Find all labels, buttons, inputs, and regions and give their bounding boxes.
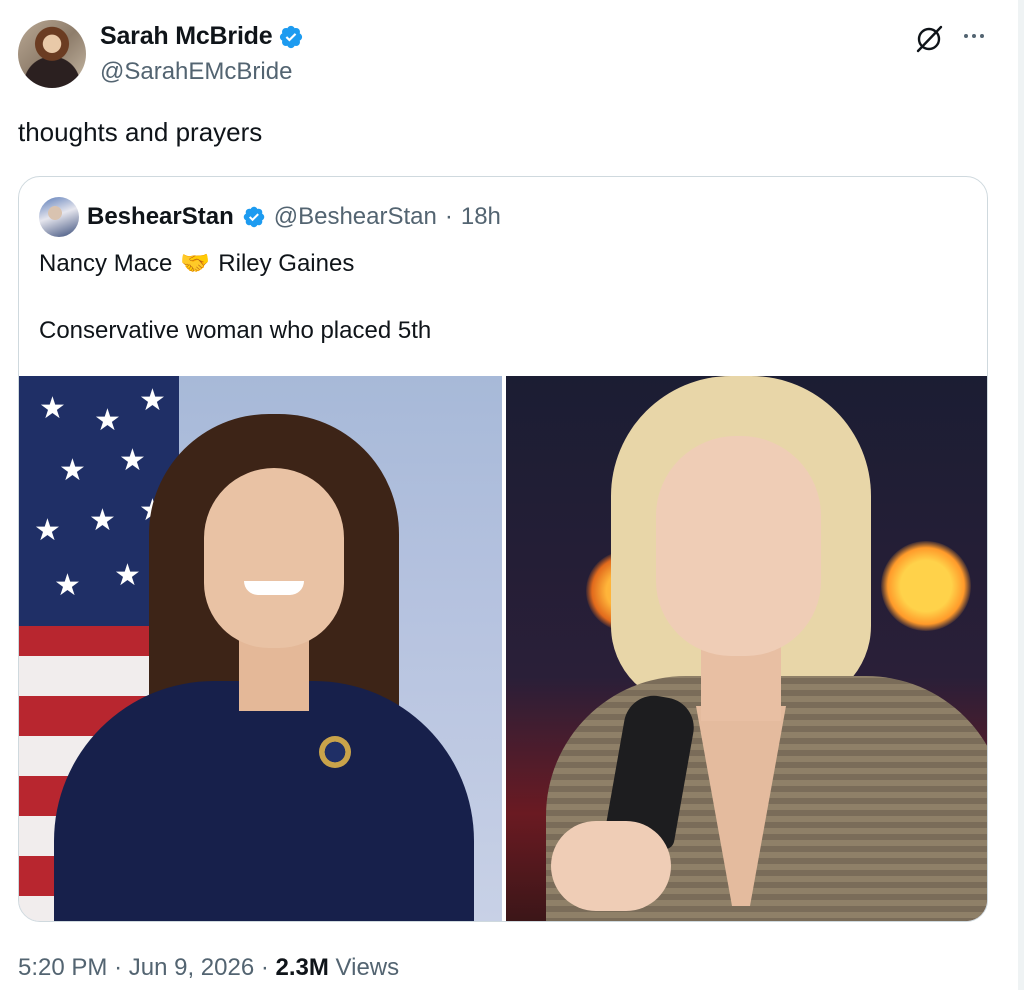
separator-dot: · <box>444 203 453 230</box>
quoted-author-handle[interactable]: @BeshearStan <box>274 203 437 231</box>
stage-light <box>881 541 971 631</box>
portrait-smile <box>244 581 304 595</box>
portrait-face <box>204 468 344 648</box>
separator-dot: · <box>114 954 123 981</box>
verified-badge-icon <box>243 206 264 228</box>
portrait-dress <box>54 681 474 921</box>
brooch <box>319 736 351 768</box>
quoted-tweet-line2: Conservative woman who placed 5th <box>39 317 432 344</box>
tweet-header: Sarah McBride @SarahEMcBride <box>18 18 998 90</box>
tweet-meta: 5:20 PM · Jun 9, 2026 · 2.3M Views <box>18 954 399 982</box>
grok-icon[interactable] <box>914 24 944 54</box>
author-display-name[interactable]: Sarah McBride <box>100 22 273 51</box>
quoted-text-left: Nancy Mace <box>39 249 173 277</box>
tweet-time[interactable]: 5:20 PM <box>18 954 107 981</box>
portrait-face <box>656 436 821 656</box>
quoted-media-grid: ★ ★ ★ ★ ★ ★ ★ ★ ★ ★ <box>19 376 987 921</box>
tweet-date[interactable]: Jun 9, 2026 <box>129 954 254 981</box>
separator-dot: · <box>260 954 269 981</box>
scroll-edge <box>1018 0 1024 990</box>
photo-right[interactable] <box>506 376 987 921</box>
quoted-tweet-card[interactable]: BeshearStan @BeshearStan · 18h Nancy Mac… <box>18 176 988 922</box>
quoted-tweet-age[interactable]: 18h <box>461 203 501 231</box>
quoted-text-right: Riley Gaines <box>218 249 355 277</box>
verified-badge-icon <box>280 25 303 48</box>
author-avatar[interactable] <box>18 20 86 88</box>
portrait-hand <box>551 821 671 911</box>
quoted-tweet-line1: Nancy Mace 🤝 Riley Gaines <box>39 249 354 278</box>
views-count[interactable]: 2.3M <box>276 954 329 981</box>
handshake-emoji-icon: 🤝 <box>180 250 211 277</box>
author-name-row: Sarah McBride <box>100 22 304 51</box>
quoted-tweet-header: BeshearStan @BeshearStan · 18h <box>39 197 501 237</box>
photo-left[interactable]: ★ ★ ★ ★ ★ ★ ★ ★ ★ ★ <box>19 376 502 921</box>
quoted-author-avatar[interactable] <box>39 197 79 237</box>
more-options-icon[interactable] <box>960 26 988 46</box>
quoted-author-display-name[interactable]: BeshearStan <box>87 203 234 231</box>
author-handle[interactable]: @SarahEMcBride <box>100 58 292 86</box>
views-label: Views <box>335 954 400 981</box>
tweet-text: thoughts and prayers <box>18 117 263 147</box>
